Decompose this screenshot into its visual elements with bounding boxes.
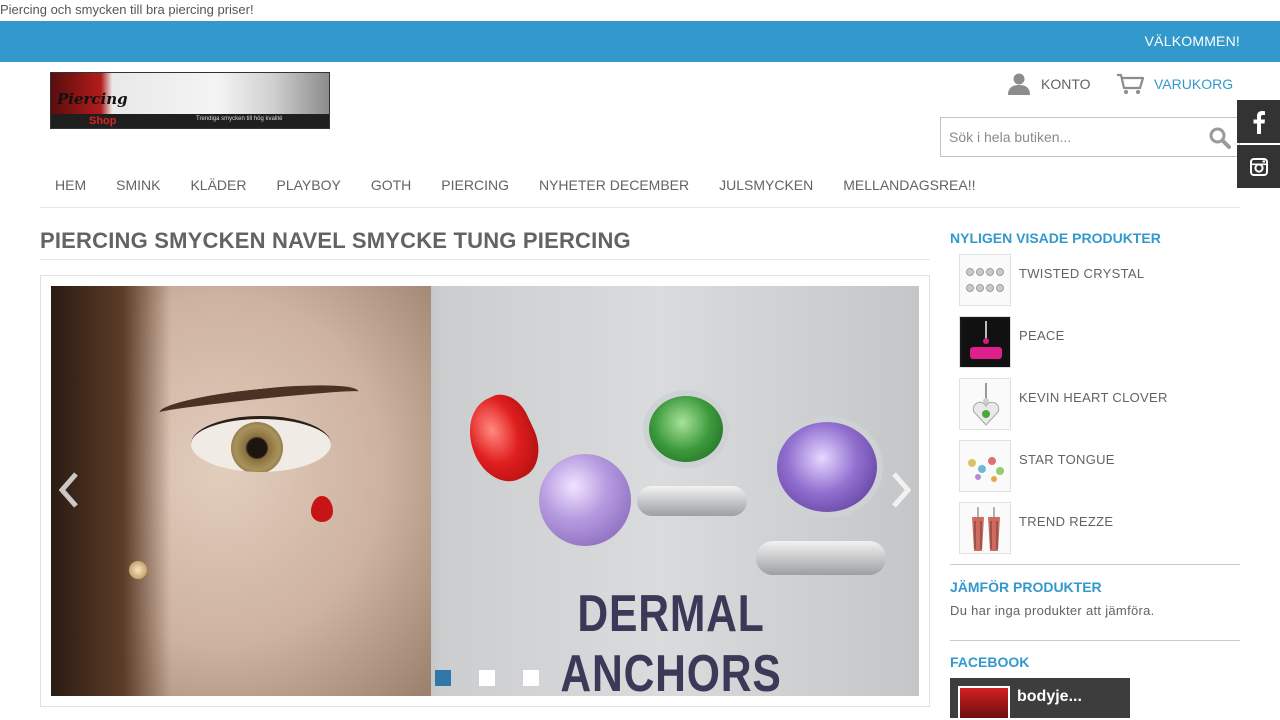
nav-item-nyheter-december[interactable]: NYHETER DECEMBER (524, 163, 704, 207)
logo-subtitle: Trendiga smycken till hög kvalité (196, 116, 283, 122)
nav-item-klader[interactable]: KLÄDER (175, 163, 261, 207)
compare-block: JÄMFÖR PRODUKTER Du har inga produkter a… (950, 565, 1240, 618)
facebook-block: FACEBOOK bodyje... (950, 641, 1240, 718)
slider-dot-3[interactable] (523, 670, 539, 686)
product-thumbnail[interactable] (959, 378, 1011, 430)
list-item[interactable]: PEACE (950, 316, 1240, 378)
product-thumbnail[interactable] (959, 316, 1011, 368)
list-item[interactable]: TWISTED CRYSTAL (950, 254, 1240, 316)
slide-purple-gem (771, 416, 883, 518)
logo-word-shop: Shop (89, 115, 117, 127)
nav-item-mellandagsrea[interactable]: MELLANDAGSREA!! (828, 163, 990, 207)
product-thumbnail[interactable] (959, 254, 1011, 306)
facebook-page-widget[interactable]: bodyje... (950, 678, 1130, 718)
compare-title: JÄMFÖR PRODUKTER (950, 579, 1102, 595)
recently-viewed-title: NYLIGEN VISADE PRODUKTER (950, 230, 1161, 246)
slide-anchor-base-1 (637, 486, 747, 516)
slider-dot-2[interactable] (479, 670, 495, 686)
product-name[interactable]: TWISTED CRYSTAL (1019, 266, 1144, 281)
instagram-button[interactable] (1237, 145, 1280, 188)
facebook-page-name[interactable]: bodyje... (1017, 688, 1082, 706)
instagram-icon (1249, 157, 1268, 176)
account-label: KONTO (1041, 76, 1091, 92)
chevron-left-icon[interactable] (59, 472, 79, 508)
search-input[interactable] (941, 118, 1191, 156)
search-box (940, 117, 1240, 157)
slider-pagination (435, 670, 539, 686)
facebook-page-avatar (958, 686, 1010, 718)
welcome-message: VÄLKOMMEN! (1144, 33, 1240, 49)
facebook-icon (1253, 110, 1265, 134)
slide-nose-stud (129, 561, 147, 579)
product-thumbnail[interactable] (959, 502, 1011, 554)
slide-purple-ball (539, 454, 631, 546)
list-item[interactable]: TREND REZZE (950, 502, 1240, 564)
slide-red-dermal (311, 496, 333, 522)
list-item[interactable]: KEVIN HEART CLOVER (950, 378, 1240, 440)
product-name[interactable]: TREND REZZE (1019, 514, 1113, 529)
list-item[interactable]: STAR TONGUE (950, 440, 1240, 502)
crystal-thumb-image (966, 268, 1004, 292)
main-nav: HEM SMINK KLÄDER PLAYBOY GOTH PIERCING N… (40, 163, 1240, 208)
site-tagline: Piercing och smycken till bra piercing p… (0, 2, 254, 17)
star-tongue-thumb-image (968, 457, 1004, 482)
chevron-right-icon[interactable] (891, 472, 911, 508)
user-icon (1008, 73, 1030, 95)
account-link[interactable]: KONTO (1007, 72, 1091, 96)
slider-dot-1[interactable] (435, 670, 451, 686)
top-bar: VÄLKOMMEN! (0, 21, 1280, 62)
search-icon[interactable] (1209, 127, 1231, 149)
image-slider: DERMAL ANCHORS (40, 275, 930, 707)
site-logo[interactable]: Piercing Shop Trendiga smycken till hög … (50, 72, 330, 129)
nav-item-goth[interactable]: GOTH (356, 163, 426, 207)
logo-word-piercing: Piercing (57, 90, 128, 108)
cart-link[interactable]: VARUKORG (1116, 72, 1233, 96)
slide-red-gem (455, 386, 551, 492)
peace-thumb-image (962, 319, 1010, 367)
slide-image-dermal-anchors[interactable]: DERMAL ANCHORS (51, 286, 919, 696)
product-name[interactable]: STAR TONGUE (1019, 452, 1115, 467)
slide-eye (191, 416, 331, 472)
product-name[interactable]: PEACE (1019, 328, 1065, 343)
sidebar: NYLIGEN VISADE PRODUKTER TWISTED CRYSTAL (950, 228, 1240, 718)
cart-icon (1117, 73, 1144, 94)
facebook-title: FACEBOOK (950, 654, 1030, 670)
nav-item-smink[interactable]: SMINK (101, 163, 175, 207)
heart-clover-thumb-image (972, 383, 1000, 426)
facebook-button[interactable] (1237, 100, 1280, 143)
nav-item-julsmycken[interactable]: JULSMYCKEN (704, 163, 828, 207)
cart-label: VARUKORG (1154, 76, 1234, 92)
page-title: PIERCING SMYCKEN NAVEL SMYCKE TUNG PIERC… (40, 228, 930, 260)
earring-thumb-image (972, 507, 1000, 551)
recently-viewed-list: TWISTED CRYSTAL PEACE KEVIN HEART CLOVER… (950, 254, 1240, 564)
nav-item-hem[interactable]: HEM (40, 163, 101, 207)
product-thumbnail[interactable] (959, 440, 1011, 492)
nav-item-piercing[interactable]: PIERCING (426, 163, 524, 207)
nav-item-playboy[interactable]: PLAYBOY (262, 163, 356, 207)
slide-green-gem (643, 390, 729, 468)
slide-anchor-base-2 (756, 541, 886, 575)
compare-empty-text: Du har inga produkter att jämföra. (950, 603, 1155, 618)
product-name[interactable]: KEVIN HEART CLOVER (1019, 390, 1168, 405)
slide-iris (231, 422, 283, 472)
